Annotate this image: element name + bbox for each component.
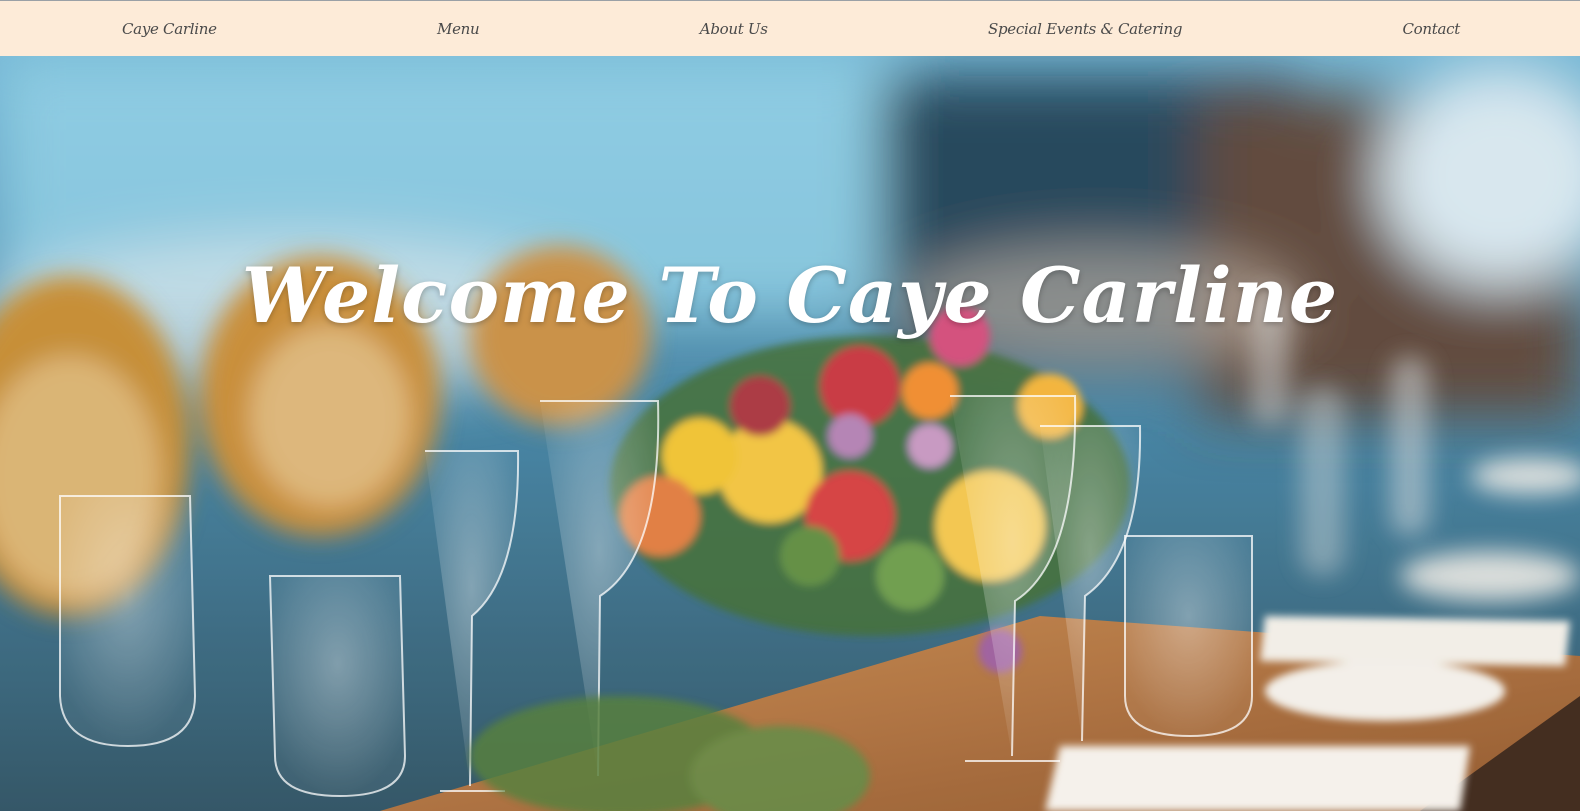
nav-link-menu[interactable]: Menu — [437, 20, 480, 38]
hero-section: Welcome To Caye Carline — [0, 56, 1580, 811]
hero-title: Welcome To Caye Carline — [241, 251, 1339, 340]
nav-link-special-events-catering[interactable]: Special Events & Catering — [988, 20, 1182, 38]
nav-link-home[interactable]: Caye Carline — [122, 20, 217, 38]
nav-link-contact[interactable]: Contact — [1403, 20, 1461, 38]
top-navigation: Caye Carline Menu About Us Special Event… — [0, 1, 1580, 56]
nav-link-about-us[interactable]: About Us — [700, 20, 768, 38]
hero-background-image — [0, 56, 1580, 811]
